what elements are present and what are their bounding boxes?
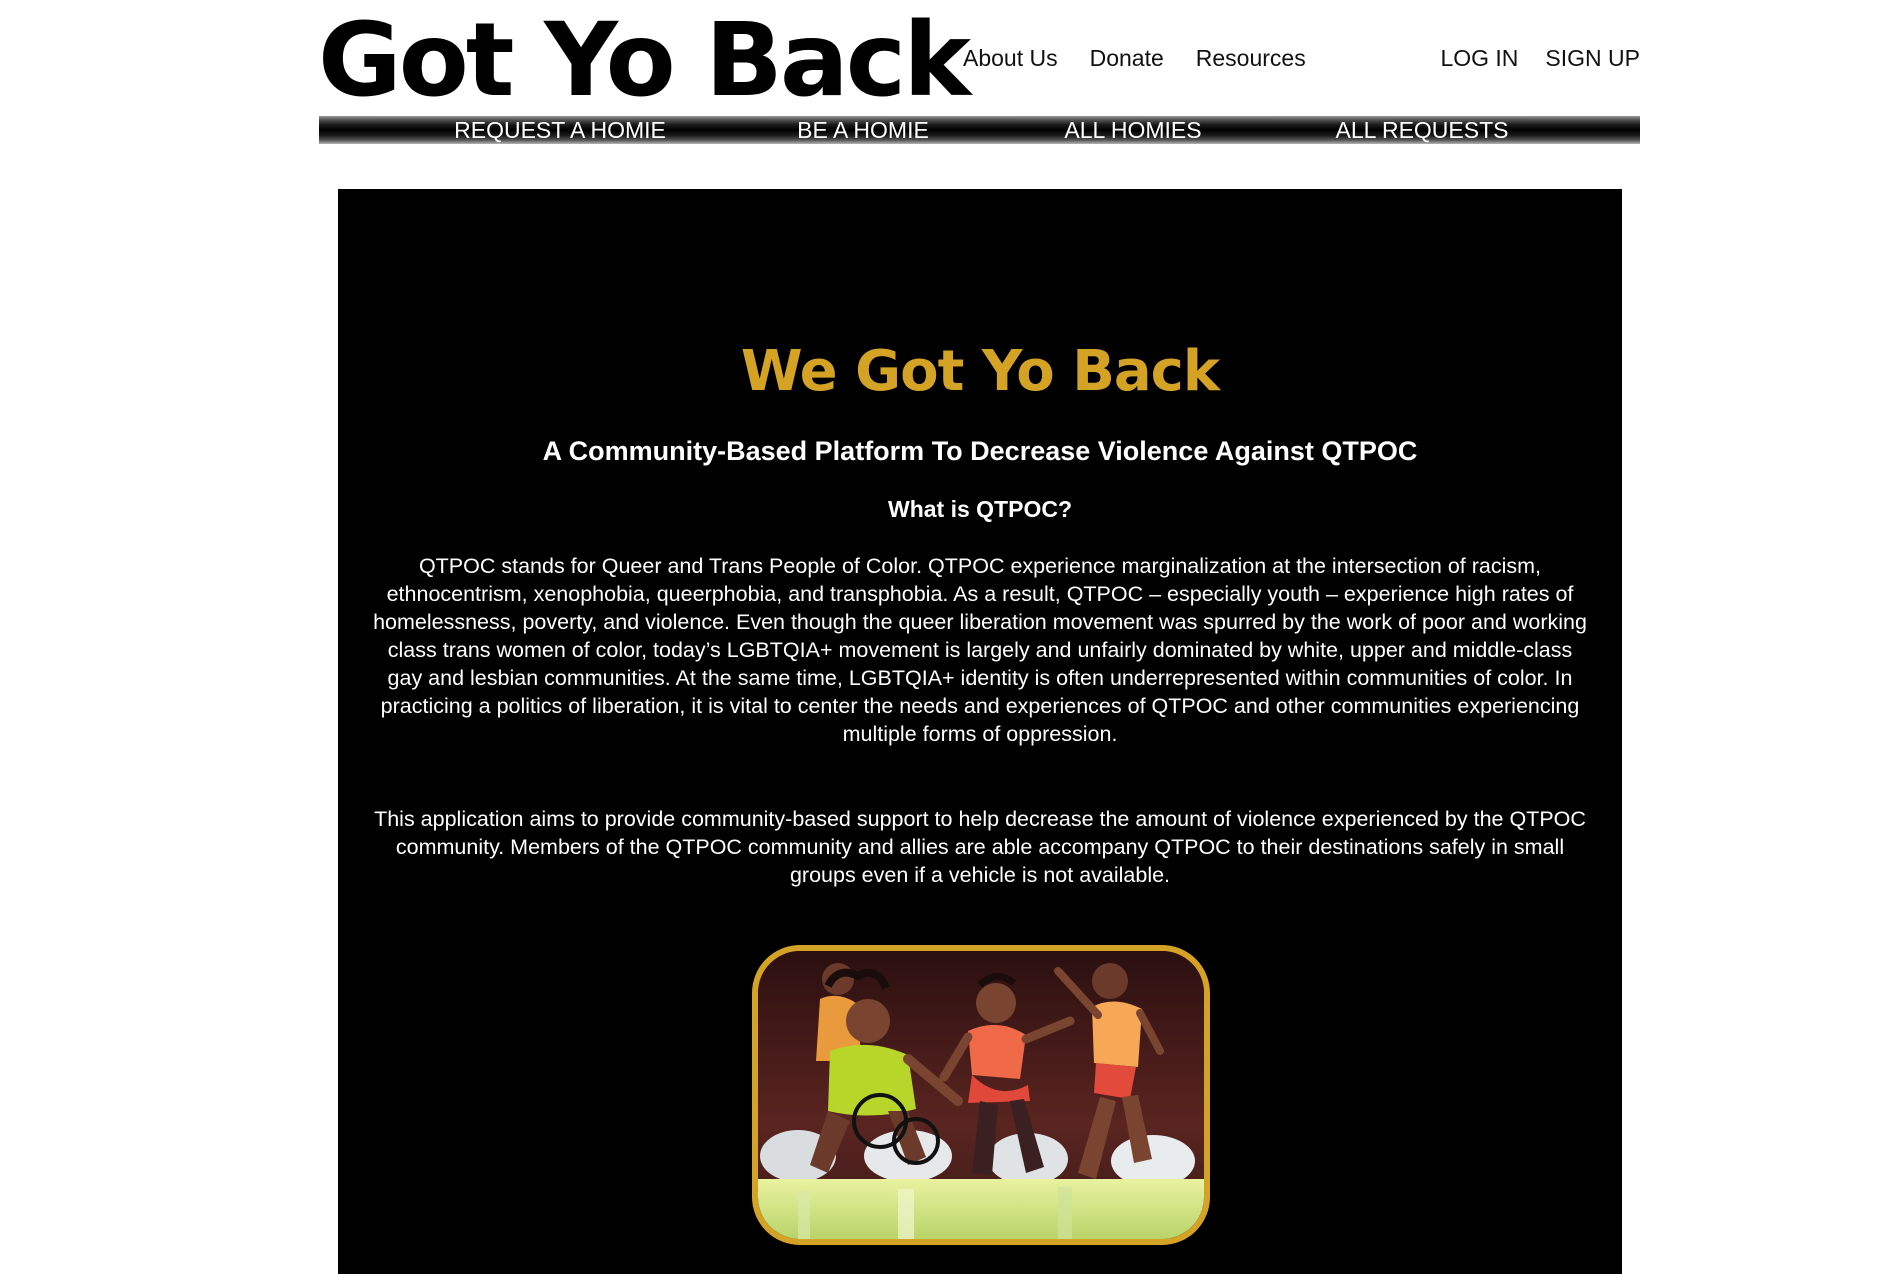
app-mission-text: This application aims to provide communi… [374,807,1586,887]
brand-logo[interactable]: Got Yo Back [318,10,971,112]
hero-panel: We Got Yo Back A Community-Based Platfor… [338,189,1622,1274]
top-nav: About Us Donate Resources [963,45,1306,72]
nav-about-us[interactable]: About Us [963,45,1058,72]
subnav-all-requests[interactable]: ALL REQUESTS [1336,118,1509,142]
subnav-request-a-homie[interactable]: REQUEST A HOMIE [454,118,666,142]
auth-links: LOG IN SIGN UP [1440,45,1640,72]
hero-subtitle: A Community-Based Platform To Decrease V… [542,436,1418,466]
hero-title: We Got Yo Back [740,339,1220,404]
page: Got Yo Back About Us Donate Resources LO… [0,0,1904,1274]
subnav-be-a-homie[interactable]: BE A HOMIE [797,118,929,142]
nav-donate[interactable]: Donate [1090,45,1164,72]
qtpoc-question-heading: What is QTPOC? [888,496,1072,522]
subnav-all-homies[interactable]: ALL HOMIES [1064,118,1201,142]
subnav-bar: REQUEST A HOMIE BE A HOMIE ALL HOMIES AL… [319,116,1640,144]
nav-resources[interactable]: Resources [1196,45,1306,72]
signup-link[interactable]: SIGN UP [1545,45,1640,72]
community-dancers-illustration [752,945,1210,1245]
dancers-artwork [758,951,1204,1239]
qtpoc-description: QTPOC stands for Queer and Trans People … [373,554,1587,746]
login-link[interactable]: LOG IN [1440,45,1518,72]
